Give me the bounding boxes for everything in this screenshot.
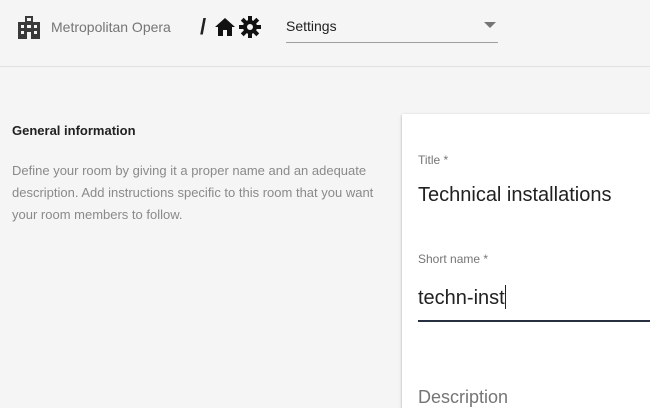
title-field-label: Title * xyxy=(418,153,449,167)
short-name-field[interactable]: techn-inst xyxy=(418,285,506,310)
header-divider xyxy=(0,66,650,67)
title-field[interactable]: Technical installations xyxy=(418,184,611,207)
gear-icon[interactable] xyxy=(238,15,262,39)
section-description: Define your room by giving it a proper n… xyxy=(12,163,374,222)
description-field-label[interactable]: Description xyxy=(418,387,508,408)
settings-select[interactable]: Settings xyxy=(286,14,498,43)
breadcrumb-separator: / xyxy=(200,14,207,39)
top-bar: Metropolitan Opera / Settings xyxy=(0,0,650,66)
short-name-field-label: Short name * xyxy=(418,252,489,266)
text-caret xyxy=(504,285,506,309)
short-name-value: techn-inst xyxy=(418,287,505,309)
short-name-focus-underline xyxy=(418,320,650,322)
building-icon xyxy=(18,16,40,39)
section-title: General information xyxy=(12,123,136,138)
chevron-down-icon xyxy=(484,22,496,28)
settings-select-value: Settings xyxy=(286,18,337,34)
home-icon[interactable] xyxy=(214,16,236,38)
breadcrumb-organization[interactable]: Metropolitan Opera xyxy=(51,19,171,35)
